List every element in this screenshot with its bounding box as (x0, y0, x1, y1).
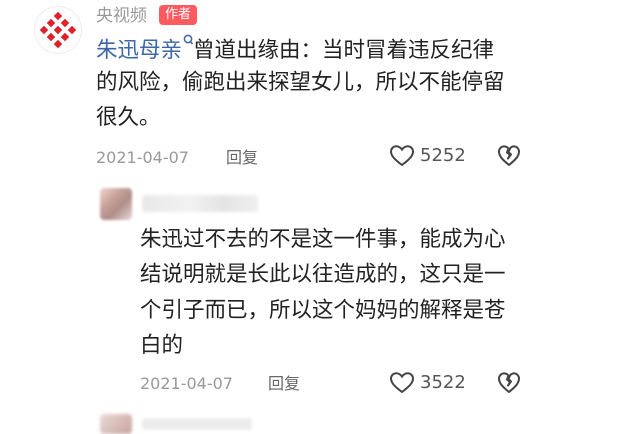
dislike-button[interactable] (497, 144, 521, 172)
heart-outline-icon (389, 372, 415, 394)
broken-heart-icon (498, 372, 520, 393)
mention-link[interactable]: 朱迅母亲 (96, 34, 194, 63)
reply-button[interactable]: 回复 (226, 148, 258, 168)
comment-date: 2021-04-07 (96, 148, 189, 167)
reply-like-count: 3522 (420, 372, 466, 393)
reply-line-2: 结说明就是长此以往造成的，这只是一 (140, 262, 506, 287)
author-badge: 作者 (159, 5, 198, 25)
broken-heart-icon (498, 145, 520, 166)
comment-line-1: 朱迅母亲 曾道出缘由：当时冒着违反纪律 (96, 34, 494, 66)
reply-avatar[interactable] (100, 188, 132, 220)
like-count: 5252 (420, 145, 466, 166)
reply-line-4: 白的 (140, 333, 184, 358)
reply-like-button[interactable]: 3522 (389, 371, 466, 395)
comment-line-3: 很久。 (96, 105, 161, 130)
author-avatar[interactable] (34, 6, 82, 54)
reply-line-1: 朱迅过不去的不是这一件事，能成为心 (140, 227, 506, 252)
reply-date: 2021-04-07 (140, 374, 233, 393)
reply-dislike-button[interactable] (497, 371, 521, 399)
like-button[interactable]: 5252 (389, 144, 466, 168)
mention-icon (183, 34, 194, 45)
next-reply-author-name-blurred (142, 418, 252, 430)
cctv-logo-icon (39, 11, 77, 49)
heart-outline-icon (389, 145, 415, 167)
author-name[interactable]: 央视频 (96, 6, 147, 26)
reply-author-name-blurred (142, 195, 258, 212)
reply-line-3: 个引子而已，所以这个妈妈的解释是苍 (140, 298, 506, 323)
next-reply-avatar[interactable] (100, 414, 132, 434)
comment-line-2: 的风险，偷跑出来探望女儿，所以不能停留 (96, 70, 505, 95)
reply-reply-button[interactable]: 回复 (268, 374, 300, 394)
